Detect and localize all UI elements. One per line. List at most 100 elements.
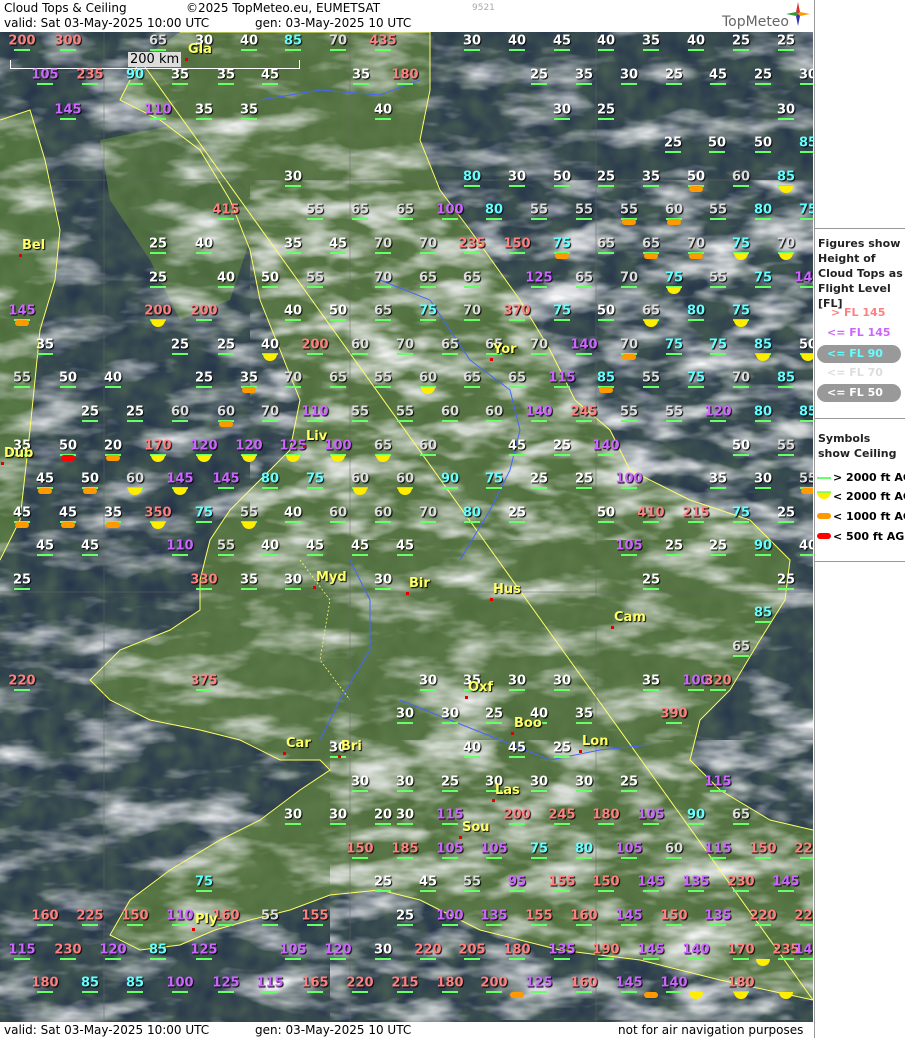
cloud-top-value: 200 [301,337,329,353]
cloud-top-value: 110 [144,102,172,118]
cloud-top-value: 40 [283,505,303,521]
city-dot [490,598,493,601]
cloud-top-value: 40 [283,303,303,319]
ceiling-line [554,386,570,388]
ceiling-line [800,151,813,153]
satellite-map[interactable]: 200 km 200 300 65 30 40 85 70 435 30 40 45 40 35 40 25… [0,0,813,1038]
cloud-top-value: 65 [373,438,393,454]
cloud-top-value: 60 [484,404,504,420]
ceiling-line [755,218,771,220]
ceiling-orange-symbol [622,354,636,360]
cloud-top-value: 115 [704,774,732,790]
city-label[interactable]: Bir [409,576,430,591]
city-label[interactable]: Yor [493,342,517,357]
cloud-top-value: 140 [660,975,688,991]
city-label[interactable]: Car [286,736,311,751]
cloud-top-value: 75 [664,337,684,353]
cloud-top-value: 60 [328,505,348,521]
ceiling-line [576,722,592,724]
city-label[interactable]: Boo [514,716,542,731]
cloud-top-value: 50 [707,135,727,151]
cloud-top-value: 135 [704,908,732,924]
ceiling-line [509,890,525,892]
ceiling-line [37,83,53,85]
cloud-top-value: 75 [418,303,438,319]
cloud-top-value: 20 [103,438,123,454]
ceiling-line [733,49,749,51]
ceiling-line [643,890,659,892]
cloud-top-value: 55 [216,538,236,554]
city-label[interactable]: Bel [22,238,45,253]
cloud-top-value: 115 [256,975,284,991]
ceiling-line [755,621,771,623]
ceiling-line [60,118,76,120]
ceiling-line [531,487,547,489]
cloud-top-value: 140 [592,438,620,454]
ceiling-line [688,890,704,892]
ceiling-line [554,454,570,456]
ceiling-line [397,353,413,355]
cloud-top-value: 100 [436,202,464,218]
city-label[interactable]: Cam [614,610,646,625]
ceiling-line [531,790,547,792]
ceiling-line [621,924,637,926]
city-label[interactable]: Las [495,783,520,798]
ceiling-line [218,487,234,489]
cloud-top-value: 75 [731,236,751,252]
cloud-top-value: 145 [212,471,240,487]
cloud-top-value: 165 [301,975,329,991]
ceiling-line [196,386,212,388]
city-label[interactable]: Ply [195,912,217,927]
ceiling-line [531,286,547,288]
cloud-top-value: 85 [596,370,616,386]
ceiling-line [150,49,166,51]
cloud-top-value: 55 [776,438,796,454]
cloud-top-value: 25 [552,438,572,454]
cloud-top-value: 205 [458,942,486,958]
city-label[interactable]: Myd [316,570,347,585]
city-label[interactable]: Bri [341,739,362,754]
cloud-top-value: 110 [301,404,329,420]
ceiling-line [150,252,166,254]
ceiling-line [105,386,121,388]
ceiling-line [755,857,771,859]
city-label[interactable]: Liv [306,429,327,444]
ceiling-line [420,890,436,892]
cloud-top-value: 35 [103,505,123,521]
cloud-top-value: 215 [682,505,710,521]
ceiling-orange-symbol [15,522,29,528]
ceiling-line [531,353,547,355]
ceiling-line [733,454,749,456]
city-label[interactable]: Sou [462,820,490,835]
cloud-top-value: 25 [619,774,639,790]
cloud-top-value: 220 [8,673,36,689]
cloud-top-value: 160 [570,908,598,924]
cloud-top-value: 60 [373,505,393,521]
city-label[interactable]: Lon [582,734,608,749]
legend-level-3: <= FL 90 [827,347,883,360]
cloud-top-value: 75 [305,471,325,487]
cloud-top-value: 70 [283,370,303,386]
ceiling-line [375,49,391,51]
brand-logo: TopMeteo [722,14,789,30]
cloud-top-value: 50 [596,303,616,319]
city-label[interactable]: Gla [188,42,212,57]
cloud-top-value: 40 [216,270,236,286]
city-label[interactable]: Dub [4,446,33,461]
city-label[interactable]: Hus [493,582,521,597]
cloud-top-value: 50 [686,169,706,185]
ceiling-line [196,588,212,590]
cloud-top-value: 40 [507,33,527,49]
ceiling-line [397,722,413,724]
city-label[interactable]: Oxf [468,680,493,695]
ceiling-line [172,353,188,355]
cloud-top-value: 30 [395,807,415,823]
ceiling-line [621,286,637,288]
ceiling-line [218,83,234,85]
cloud-top-value: 75 [484,471,504,487]
ceiling-line [330,958,346,960]
ceiling-line [643,49,659,51]
ceiling-line [486,991,502,993]
cloud-top-value: 50 [731,438,751,454]
cloud-top-value: 40 [239,33,259,49]
